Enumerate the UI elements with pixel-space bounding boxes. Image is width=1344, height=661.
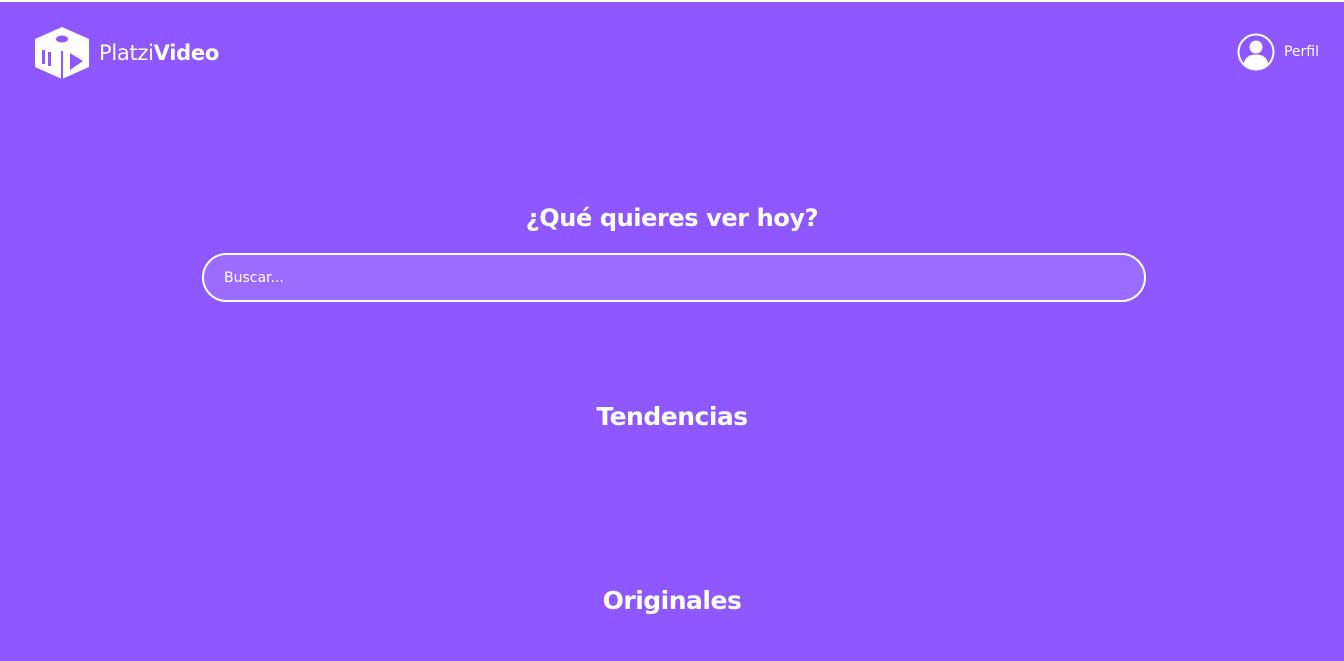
section-title-trending: Tendencias bbox=[596, 402, 748, 431]
header: PlatziVideo Perfil bbox=[0, 2, 1344, 102]
profile-label: Perfil bbox=[1283, 44, 1319, 60]
search-title: ¿Qué quieres ver hoy? bbox=[525, 204, 819, 232]
cube-play-logo-icon bbox=[34, 26, 90, 80]
user-avatar-icon bbox=[1237, 33, 1275, 71]
logo-text: PlatziVideo bbox=[99, 40, 219, 65]
search-input[interactable] bbox=[202, 253, 1146, 302]
section-title-originals: Originales bbox=[602, 586, 742, 615]
profile-menu[interactable]: Perfil bbox=[1237, 33, 1319, 71]
logo-link[interactable]: PlatziVideo bbox=[34, 26, 219, 80]
